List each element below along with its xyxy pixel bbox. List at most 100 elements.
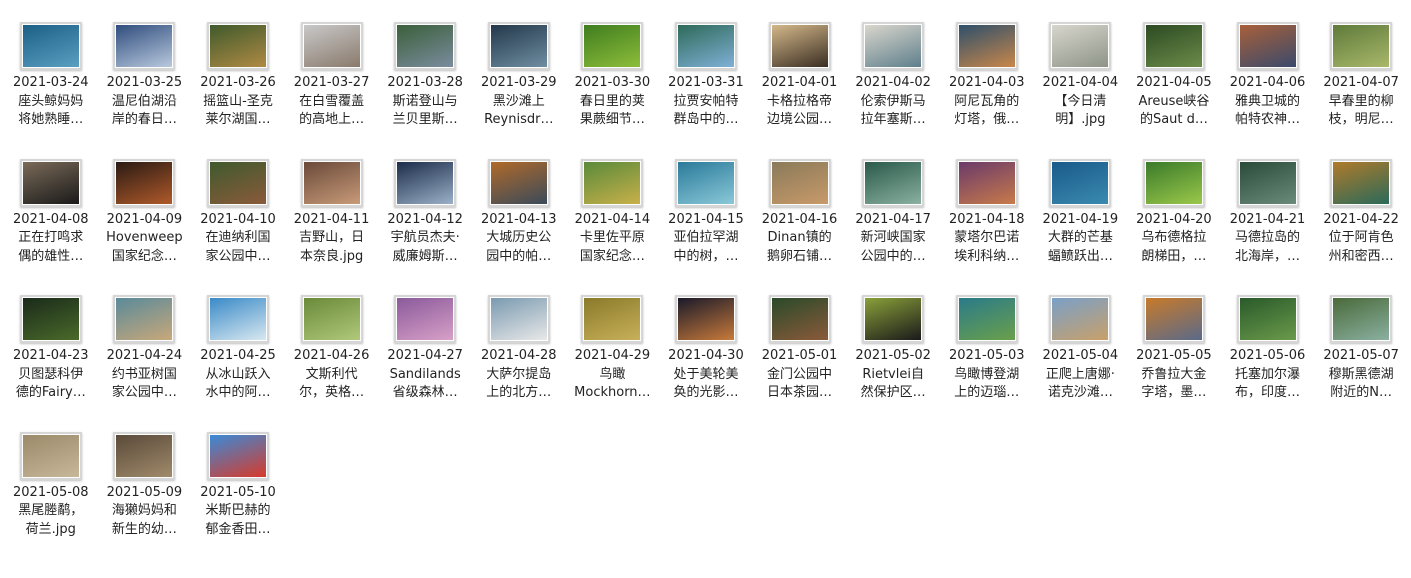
file-item[interactable]: 2021-04-10 在迪纳利国 家公园中… (191, 158, 285, 296)
file-item[interactable]: 2021-04-13 大城历史公 园中的帕… (472, 158, 566, 296)
image-thumbnail[interactable] (955, 158, 1018, 207)
file-item[interactable]: 2021-04-16 Dinan镇的 鹅卵石铺… (753, 158, 847, 296)
file-item[interactable]: 2021-05-10 米斯巴赫的 郁金香田… (191, 431, 285, 569)
file-item[interactable]: 2021-03-31 拉贾安帕特 群岛中的… (659, 22, 753, 159)
file-item[interactable]: 2021-04-04 【今日清 明】.jpg (1034, 22, 1128, 159)
file-item[interactable]: 2021-04-25 从冰山跃入 水中的阿… (191, 295, 285, 432)
file-item[interactable]: 2021-04-30 处于美轮美 奂的光影… (659, 295, 753, 432)
file-item[interactable]: 2021-04-19 大群的芒基 蝠鲼跃出… (1034, 158, 1128, 296)
image-thumbnail[interactable] (206, 431, 269, 480)
file-item[interactable]: 2021-03-27 在白雪覆盖 的高地上… (285, 22, 379, 159)
file-item[interactable]: 2021-05-03 鸟瞰博登湖 上的迈瑙… (940, 295, 1034, 432)
file-item[interactable]: 2021-04-07 早春里的柳 枝，明尼… (1314, 22, 1408, 159)
image-thumbnail[interactable] (300, 158, 363, 207)
file-item[interactable]: 2021-05-05 乔鲁拉大金 字塔，墨… (1127, 295, 1221, 432)
image-thumbnail[interactable] (113, 431, 176, 480)
file-item[interactable]: 2021-04-22 位于阿肯色 州和密西… (1314, 158, 1408, 296)
file-item[interactable]: 2021-03-28 斯诺登山与 兰贝里斯… (378, 22, 472, 159)
file-item[interactable]: 2021-03-25 温尼伯湖沿 岸的春日… (98, 22, 192, 159)
file-name-label: 2021-04-15 亚伯拉罕湖 中的树，… (663, 211, 749, 267)
file-item[interactable]: 2021-05-08 黑尾塍鹬， 荷兰.jpg (4, 431, 98, 569)
image-thumbnail[interactable] (300, 22, 363, 70)
image-thumbnail[interactable] (768, 158, 831, 207)
image-thumbnail[interactable] (1236, 295, 1299, 343)
file-item[interactable]: 2021-04-23 贝图瑟科伊 德的Fairy… (4, 295, 98, 432)
image-thumbnail[interactable] (768, 22, 831, 70)
file-item[interactable]: 2021-04-29 鸟瞰 Mockhorn… (566, 295, 660, 432)
image-thumbnail[interactable] (487, 158, 550, 207)
file-item[interactable]: 2021-04-15 亚伯拉罕湖 中的树，… (659, 158, 753, 296)
image-thumbnail[interactable] (862, 22, 925, 70)
file-item[interactable]: 2021-03-30 春日里的荚 果蕨细节… (566, 22, 660, 159)
file-item[interactable]: 2021-04-02 伦索伊斯马 拉年塞斯… (846, 22, 940, 159)
file-item[interactable]: 2021-05-04 正爬上唐娜· 诺克沙滩… (1034, 295, 1128, 432)
file-item[interactable]: 2021-04-17 新河峡国家 公园中的… (846, 158, 940, 296)
image-thumbnail[interactable] (1142, 22, 1205, 70)
file-item[interactable]: 2021-04-08 正在打鸣求 偶的雄性… (4, 158, 98, 296)
image-thumbnail[interactable] (1330, 295, 1393, 343)
file-item[interactable]: 2021-04-11 吉野山，日 本奈良.jpg (285, 158, 379, 296)
image-thumbnail[interactable] (113, 158, 176, 207)
image-thumbnail[interactable] (300, 295, 363, 343)
image-thumbnail[interactable] (394, 295, 457, 343)
file-name-line: 海獭妈妈和 (111, 503, 177, 518)
image-thumbnail[interactable] (394, 158, 457, 207)
file-item[interactable]: 2021-05-06 托塞加尔瀑 布，印度… (1221, 295, 1315, 432)
image-thumbnail[interactable] (581, 22, 644, 70)
image-thumbnail[interactable] (394, 22, 457, 70)
file-item[interactable]: 2021-04-28 大萨尔提岛 上的北方… (472, 295, 566, 432)
image-thumbnail[interactable] (206, 295, 269, 343)
image-thumbnail[interactable] (674, 22, 737, 70)
image-thumbnail[interactable] (674, 295, 737, 343)
image-thumbnail[interactable] (1049, 295, 1112, 343)
image-thumbnail[interactable] (768, 295, 831, 343)
image-thumbnail[interactable] (862, 295, 925, 343)
file-item[interactable]: 2021-05-09 海獭妈妈和 新生的幼… (98, 431, 192, 569)
file-item[interactable]: 2021-04-18 蒙塔尔巴诺 埃利科纳… (940, 158, 1034, 296)
file-item[interactable]: 2021-04-14 卡里佐平原 国家纪念… (566, 158, 660, 296)
file-item[interactable]: 2021-04-12 宇航员杰夫· 威廉姆斯… (378, 158, 472, 296)
image-thumbnail[interactable] (206, 158, 269, 207)
image-thumbnail[interactable] (487, 295, 550, 343)
file-item[interactable]: 2021-04-27 Sandilands 省级森林… (378, 295, 472, 432)
image-thumbnail[interactable] (674, 158, 737, 207)
image-thumbnail[interactable] (581, 158, 644, 207)
image-thumbnail[interactable] (19, 22, 82, 70)
image-thumbnail[interactable] (1236, 22, 1299, 70)
file-item[interactable]: 2021-04-26 文斯利代 尔，英格… (285, 295, 379, 432)
image-thumbnail[interactable] (862, 158, 925, 207)
file-item[interactable]: 2021-03-24 座头鲸妈妈 将她熟睡… (4, 22, 98, 159)
file-item[interactable]: 2021-04-24 约书亚树国 家公园中… (98, 295, 192, 432)
file-name-line: 金门公园中 (767, 366, 833, 382)
file-item[interactable]: 2021-03-29 黑沙滩上 Reynisdr… (472, 22, 566, 159)
file-item[interactable]: 2021-04-06 雅典卫城的 帕特农神… (1221, 22, 1315, 159)
file-name-line: 穆斯黑德湖 (1328, 366, 1394, 382)
image-thumbnail[interactable] (955, 22, 1018, 70)
image-thumbnail[interactable] (1236, 158, 1299, 207)
image-thumbnail[interactable] (113, 295, 176, 343)
image-thumbnail[interactable] (19, 158, 82, 207)
image-thumbnail[interactable] (1330, 22, 1393, 70)
image-thumbnail[interactable] (581, 295, 644, 343)
image-thumbnail[interactable] (1142, 295, 1205, 343)
image-thumbnail[interactable] (1049, 158, 1112, 207)
file-item[interactable]: 2021-04-20 乌布德格拉 朗梯田，… (1127, 158, 1221, 296)
file-item[interactable]: 2021-04-01 卡格拉格帝 边境公园… (753, 22, 847, 159)
image-thumbnail[interactable] (113, 22, 176, 70)
image-thumbnail[interactable] (487, 22, 550, 70)
image-thumbnail[interactable] (1330, 158, 1393, 207)
image-thumbnail[interactable] (19, 295, 82, 343)
file-item[interactable]: 2021-04-21 马德拉岛的 北海岸，… (1221, 158, 1315, 296)
file-item[interactable]: 2021-05-01 金门公园中 日本茶园… (753, 295, 847, 432)
image-thumbnail[interactable] (19, 431, 82, 480)
file-item[interactable]: 2021-04-05 Areuse峡谷 的Saut d… (1127, 22, 1221, 159)
image-thumbnail[interactable] (955, 295, 1018, 343)
file-item[interactable]: 2021-04-03 阿尼瓦角的 灯塔，俄… (940, 22, 1034, 159)
file-item[interactable]: 2021-04-09 Hovenweep 国家纪念… (98, 158, 192, 296)
file-item[interactable]: 2021-03-26 摇篮山-圣克 莱尔湖国… (191, 22, 285, 159)
image-thumbnail[interactable] (1049, 22, 1112, 70)
file-item[interactable]: 2021-05-07 穆斯黑德湖 附近的N… (1314, 295, 1408, 432)
image-thumbnail[interactable] (206, 22, 269, 70)
image-thumbnail[interactable] (1142, 158, 1205, 207)
file-item[interactable]: 2021-05-02 Rietvlei自 然保护区… (846, 295, 940, 432)
